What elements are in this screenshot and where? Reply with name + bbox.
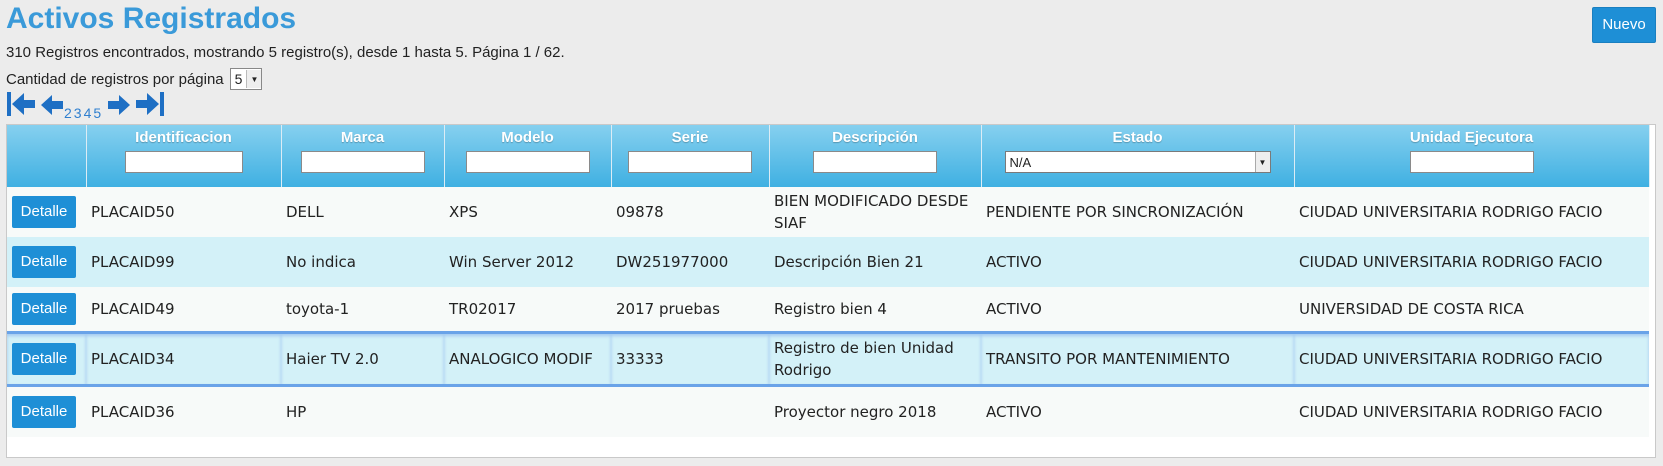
cell-unidad-ejecutora: CIUDAD UNIVERSITARIA RODRIGO FACIO: [1294, 331, 1649, 387]
page-title: Activos Registrados: [6, 2, 297, 35]
detail-button[interactable]: Detalle: [12, 293, 76, 325]
assets-table: Identificacion Marca Modelo Serie Descri…: [7, 125, 1650, 437]
per-page-control: Cantidad de registros por página 5 ▼: [6, 68, 263, 90]
per-page-value: 5: [234, 71, 243, 87]
filter-modelo-input[interactable]: [465, 151, 590, 173]
column-header-modelo: Modelo: [444, 125, 612, 187]
column-header-unidad-ejecutora: Unidad Ejecutora: [1294, 125, 1650, 187]
assets-table-container: Identificacion Marca Modelo Serie Descri…: [6, 124, 1656, 458]
cell-estado: ACTIVO: [986, 253, 1042, 271]
column-header-actions: [7, 125, 87, 187]
cell-serie: 09878: [616, 203, 664, 221]
column-label: Modelo: [501, 129, 554, 146]
next-page-icon[interactable]: [107, 92, 131, 122]
cell-estado: ACTIVO: [986, 300, 1042, 318]
table-row: Detalle PLACAID99 No indica Win Server 2…: [7, 237, 1649, 287]
cell-serie: 2017 pruebas: [616, 300, 720, 318]
cell-identificacion: PLACAID50: [91, 203, 175, 221]
cell-identificacion: PLACAID36: [91, 403, 175, 421]
table-row: Detalle PLACAID49 toyota-1 TR02017 2017 …: [7, 287, 1649, 333]
cell-unidad-ejecutora: CIUDAD UNIVERSITARIA RODRIGO FACIO: [1299, 203, 1603, 221]
per-page-select[interactable]: 5 ▼: [229, 68, 263, 90]
cell-modelo: Win Server 2012: [449, 253, 575, 271]
results-summary: 310 Registros encontrados, mostrando 5 r…: [6, 44, 565, 61]
filter-marca-input[interactable]: [300, 151, 425, 173]
table-row-selected: Detalle PLACAID34 Haier TV 2.0 ANALOGICO…: [7, 331, 1649, 387]
filter-serie-input[interactable]: [628, 151, 752, 173]
detail-button[interactable]: Detalle: [12, 343, 76, 375]
cell-descripcion: Proyector negro 2018: [774, 403, 937, 421]
cell-marca: DELL: [286, 203, 324, 221]
table-header-row: Identificacion Marca Modelo Serie Descri…: [7, 125, 1650, 187]
column-label: Descripción: [832, 129, 918, 146]
cell-marca: Haier TV 2.0: [281, 331, 444, 387]
new-button[interactable]: Nuevo: [1592, 7, 1656, 43]
column-label: Unidad Ejecutora: [1409, 129, 1534, 146]
cell-unidad-ejecutora: UNIVERSIDAD DE COSTA RICA: [1299, 300, 1524, 318]
cell-modelo: XPS: [449, 203, 478, 221]
page-link[interactable]: 3: [74, 106, 82, 122]
column-label: Identificacion: [135, 129, 232, 146]
filter-unidad-ejecutora-input[interactable]: [1409, 151, 1534, 173]
page-link[interactable]: 5: [93, 106, 101, 122]
cell-marca: No indica: [286, 253, 356, 271]
cell-descripcion: BIEN MODIFICADO DESDE SIAF: [774, 192, 969, 232]
cell-marca: HP: [286, 403, 307, 421]
detail-button[interactable]: Detalle: [12, 196, 76, 228]
detail-button[interactable]: Detalle: [12, 396, 76, 428]
cell-descripcion: Registro bien 4: [774, 300, 887, 318]
cell-modelo: ANALOGICO MODIF: [444, 331, 611, 387]
chevron-down-icon: ▼: [1254, 152, 1270, 172]
column-header-estado: Estado N/A ▼: [981, 125, 1295, 187]
previous-page-icon[interactable]: [40, 92, 64, 122]
cell-unidad-ejecutora: CIUDAD UNIVERSITARIA RODRIGO FACIO: [1299, 403, 1603, 421]
filter-estado-value: N/A: [1009, 154, 1032, 170]
last-page-icon[interactable]: [135, 90, 165, 122]
table-row: Detalle PLACAID50 DELL XPS 09878 BIEN MO…: [7, 187, 1649, 237]
cell-marca: toyota-1: [286, 300, 350, 318]
chevron-down-icon: ▼: [246, 70, 262, 88]
filter-identificacion-input[interactable]: [124, 151, 243, 173]
column-label: Marca: [340, 129, 385, 146]
cell-unidad-ejecutora: CIUDAD UNIVERSITARIA RODRIGO FACIO: [1299, 253, 1603, 271]
page-link[interactable]: 4: [84, 106, 92, 122]
cell-serie: DW251977000: [616, 253, 729, 271]
cell-serie: 33333: [611, 331, 769, 387]
column-header-descripcion: Descripción: [769, 125, 982, 187]
cell-modelo: [444, 386, 611, 438]
first-page-icon[interactable]: [6, 90, 36, 122]
table-row: Detalle PLACAID36 HP Proyector negro 201…: [7, 385, 1649, 438]
filter-descripcion-input[interactable]: [813, 151, 937, 173]
cell-serie: [611, 386, 769, 438]
filter-estado-select[interactable]: N/A ▼: [1004, 151, 1271, 173]
column-header-identificacion: Identificacion: [86, 125, 282, 187]
page-link[interactable]: 2: [64, 106, 72, 122]
cell-estado: TRANSITO POR MANTENIMIENTO: [981, 331, 1294, 387]
cell-modelo: TR02017: [449, 300, 517, 318]
column-label: Estado: [1112, 129, 1163, 146]
cell-identificacion: PLACAID34: [86, 331, 281, 387]
cell-estado: PENDIENTE POR SINCRONIZACIÓN: [986, 203, 1244, 221]
column-header-serie: Serie: [611, 125, 770, 187]
cell-identificacion: PLACAID49: [91, 300, 175, 318]
cell-descripcion: Registro de bien Unidad Rodrigo: [769, 331, 981, 387]
column-label: Serie: [671, 129, 709, 146]
cell-estado: ACTIVO: [986, 403, 1042, 421]
cell-descripcion: Descripción Bien 21: [774, 253, 924, 271]
cell-identificacion: PLACAID99: [91, 253, 175, 271]
per-page-label: Cantidad de registros por página: [6, 70, 224, 88]
pagination: 2 3 4 5: [6, 92, 165, 122]
column-header-marca: Marca: [281, 125, 445, 187]
detail-button[interactable]: Detalle: [12, 246, 76, 278]
